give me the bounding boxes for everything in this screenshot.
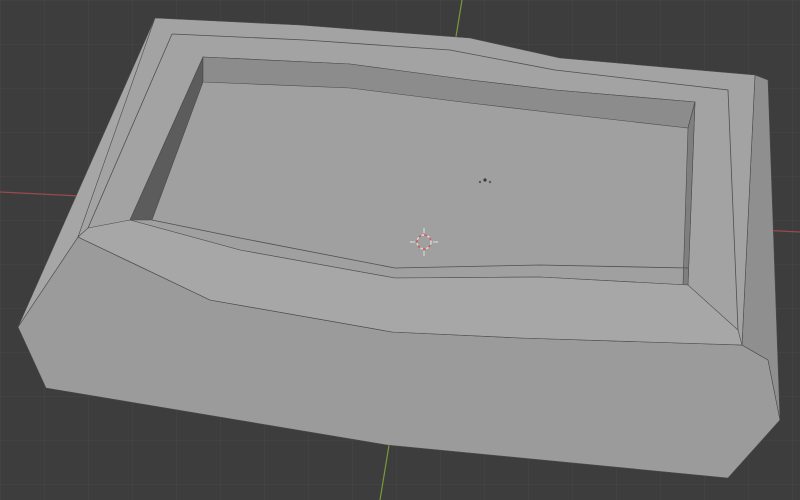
viewport-canvas[interactable]: [0, 0, 800, 500]
3d-viewport[interactable]: [0, 0, 800, 500]
